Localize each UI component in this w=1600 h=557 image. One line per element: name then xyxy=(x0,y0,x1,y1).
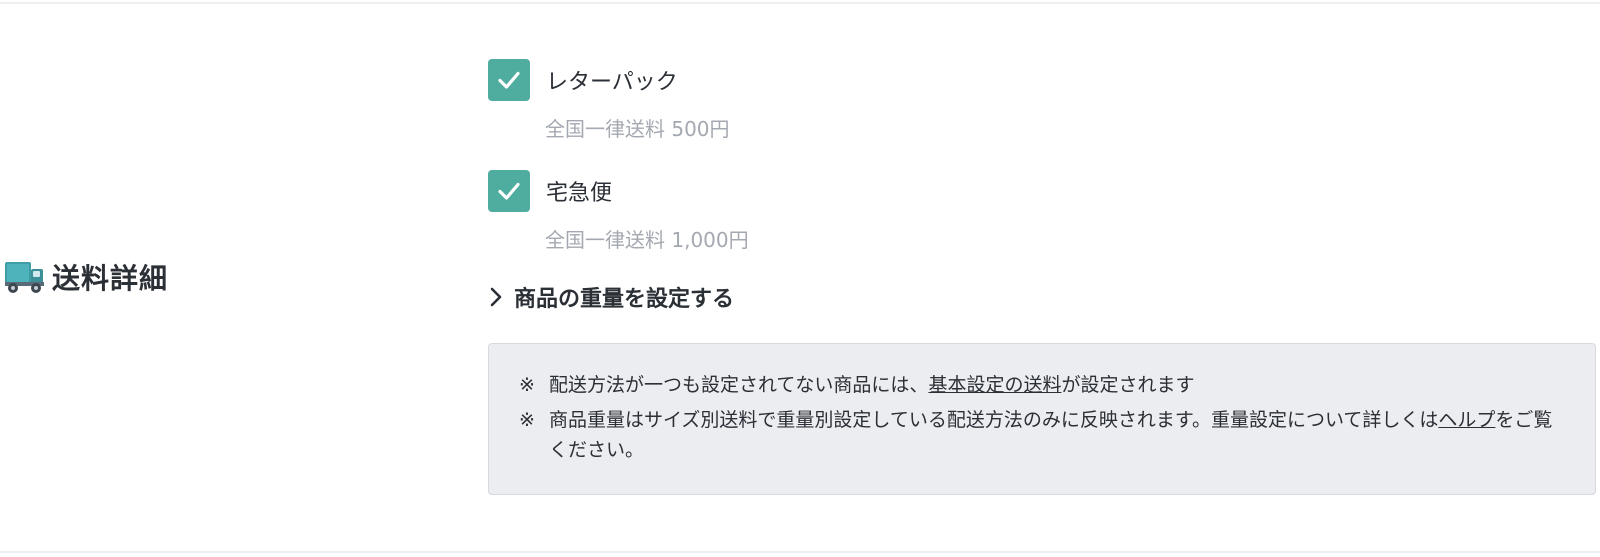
notice-text: 配送方法が一つも設定されてない商品には、基本設定の送料が設定されます xyxy=(549,370,1565,400)
bottom-divider xyxy=(0,551,1600,553)
section-heading: 送料詳細 xyxy=(4,257,168,297)
weight-settings-label: 商品の重量を設定する xyxy=(514,287,735,312)
shipping-option-takkyubin: 宅急便 全国一律送料 1,000円 xyxy=(488,170,749,253)
notice-text-part: が設定されます xyxy=(1061,374,1195,396)
check-icon xyxy=(498,71,520,89)
notice-text-part: 配送方法が一つも設定されてない商品には、 xyxy=(549,374,929,396)
notice-text: 商品重量はサイズ別送料で重量別設定している配送方法のみに反映されます。重量設定に… xyxy=(549,405,1565,465)
takkyubin-label[interactable]: 宅急便 xyxy=(546,175,612,207)
truck-icon xyxy=(5,262,44,293)
section-title: 送料詳細 xyxy=(52,262,169,295)
takkyubin-checkbox[interactable] xyxy=(488,170,530,212)
takkyubin-fee: 全国一律送料 1,000円 xyxy=(545,228,749,252)
chevron-right-icon xyxy=(490,287,502,307)
check-icon xyxy=(498,182,520,200)
top-divider xyxy=(0,2,1600,4)
shipping-option-row: レターパック xyxy=(488,59,730,101)
weight-settings-toggle[interactable]: 商品の重量を設定する xyxy=(488,281,734,313)
shipping-option-letterpack: レターパック 全国一律送料 500円 xyxy=(488,59,730,142)
notice-item: ※ 配送方法が一つも設定されてない商品には、基本設定の送料が設定されます xyxy=(519,370,1565,400)
shipping-option-row: 宅急便 xyxy=(488,170,749,212)
notice-item: ※ 商品重量はサイズ別送料で重量別設定している配送方法のみに反映されます。重量設… xyxy=(519,405,1565,465)
note-mark: ※ xyxy=(519,409,535,431)
note-mark: ※ xyxy=(519,374,535,396)
letterpack-fee: 全国一律送料 500円 xyxy=(545,117,730,141)
shipping-notice-box: ※ 配送方法が一つも設定されてない商品には、基本設定の送料が設定されます ※ 商… xyxy=(488,343,1596,495)
letterpack-checkbox[interactable] xyxy=(488,59,530,101)
basic-shipping-settings-link[interactable]: 基本設定の送料 xyxy=(928,374,1061,396)
help-link[interactable]: ヘルプ xyxy=(1438,409,1495,431)
notice-text-part: 商品重量はサイズ別送料で重量別設定している配送方法のみに反映されます。重量設定に… xyxy=(549,409,1439,431)
letterpack-label[interactable]: レターパック xyxy=(546,64,678,96)
